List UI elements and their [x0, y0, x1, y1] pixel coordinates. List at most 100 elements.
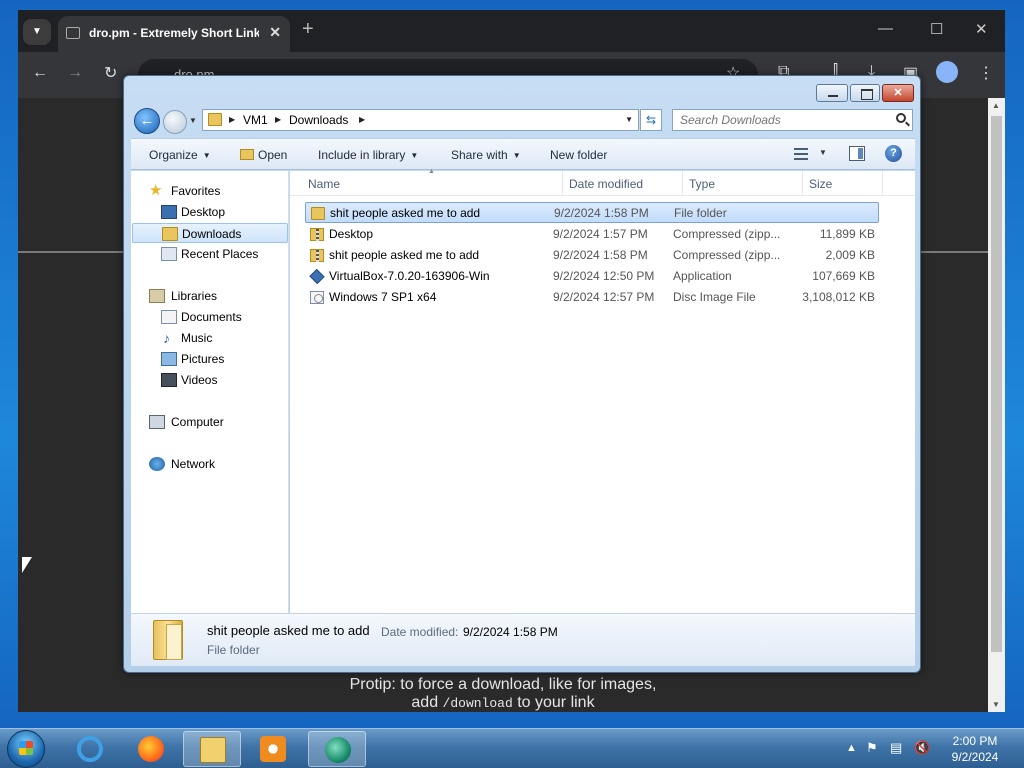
new-tab-button[interactable]: + — [302, 18, 314, 41]
volume-muted-icon[interactable]: 🔇 — [914, 740, 930, 756]
column-date-modified[interactable]: Date modified — [569, 177, 643, 191]
show-hidden-icons-icon[interactable]: ▲ — [846, 742, 857, 754]
open-button[interactable]: Open — [240, 148, 287, 162]
share-with-button[interactable]: Share with ▼ — [451, 148, 521, 162]
nav-recent-places[interactable]: Recent Places — [131, 244, 287, 264]
caption-buttons: ✕ — [816, 84, 920, 102]
help-icon[interactable]: ? — [885, 145, 902, 162]
explorer-back-button[interactable]: ← — [134, 108, 160, 134]
back-icon[interactable]: ← — [32, 64, 48, 82]
nav-pictures[interactable]: Pictures — [131, 349, 287, 369]
preview-pane-icon[interactable] — [849, 146, 865, 161]
view-dropdown-icon[interactable]: ▼ — [819, 148, 827, 157]
file-size: 107,669 KB — [812, 269, 875, 283]
explorer-address-bar[interactable]: ▶ VM1 ▶ Downloads ▶ ▼ — [202, 109, 639, 131]
file-name: VirtualBox-7.0.20-163906-Win — [329, 269, 490, 283]
taskbar-internet-explorer[interactable] — [61, 731, 119, 767]
taskbar-media-player[interactable] — [244, 731, 302, 767]
close-window-button[interactable]: ✕ — [975, 20, 988, 38]
file-type: Compressed (zipp... — [673, 248, 781, 262]
menu-kebab-icon[interactable]: ⋮ — [978, 63, 994, 83]
explorer-minimize-button[interactable] — [816, 84, 848, 102]
protip-line2: add /download to your link — [18, 694, 988, 713]
file-row[interactable]: VirtualBox-7.0.20-163906-Win 9/2/2024 12… — [305, 266, 879, 287]
scroll-thumb[interactable] — [991, 116, 1002, 652]
breadcrumb-chevron-icon[interactable]: ▶ — [359, 115, 365, 124]
nav-downloads[interactable]: Downloads — [132, 223, 288, 243]
file-row[interactable]: shit people asked me to add 9/2/2024 1:5… — [305, 245, 879, 266]
breadcrumb-chevron-icon[interactable]: ▶ — [275, 115, 281, 124]
nav-computer[interactable]: Computer — [131, 412, 287, 432]
breadcrumb-downloads[interactable]: Downloads — [289, 113, 348, 127]
music-note-icon: ♪ — [163, 330, 170, 346]
refresh-button[interactable]: ⇆ — [640, 109, 662, 131]
documents-icon — [161, 310, 177, 324]
tab-search-button[interactable]: ▼ — [23, 19, 51, 45]
system-clock[interactable]: 2:00 PM 9/2/2024 — [940, 733, 1010, 765]
page-scrollbar[interactable]: ▲ ▼ — [988, 98, 1005, 712]
column-divider[interactable] — [682, 171, 683, 196]
nav-music[interactable]: ♪ Music — [131, 328, 287, 348]
scroll-down-arrow[interactable]: ▼ — [992, 700, 1000, 709]
file-row[interactable]: Desktop 9/2/2024 1:57 PM Compressed (zip… — [305, 224, 879, 245]
file-date: 9/2/2024 1:58 PM — [553, 248, 648, 262]
organize-button[interactable]: Organize ▼ — [149, 148, 211, 162]
tab-close-icon[interactable]: ✕ — [269, 24, 281, 41]
minimize-button[interactable]: — — [878, 20, 893, 37]
nav-favorites[interactable]: ★ Favorites — [131, 181, 287, 201]
reload-icon[interactable]: ↻ — [104, 63, 117, 83]
nav-libraries[interactable]: Libraries — [131, 286, 287, 306]
change-view-icon[interactable] — [794, 148, 808, 160]
nav-desktop[interactable]: Desktop — [131, 202, 287, 222]
downloads-folder-icon — [162, 227, 178, 241]
file-row[interactable]: Windows 7 SP1 x64 9/2/2024 12:57 PM Disc… — [305, 287, 879, 308]
taskbar: ▲ ⚑ ▤ 🔇 2:00 PM 9/2/2024 — [0, 728, 1024, 768]
new-folder-button[interactable]: New folder — [550, 148, 607, 162]
search-box[interactable] — [672, 109, 913, 131]
forward-icon[interactable]: → — [67, 64, 83, 82]
explorer-forward-button[interactable] — [163, 110, 187, 134]
media-player-icon — [260, 736, 286, 762]
protip-line1: Protip: to force a download, like for im… — [349, 676, 657, 693]
column-type[interactable]: Type — [689, 177, 715, 191]
column-divider[interactable] — [882, 171, 883, 196]
navigation-pane: ★ Favorites Desktop Downloads Recent Pla… — [131, 171, 289, 613]
file-type: Disc Image File — [673, 290, 756, 304]
nav-label: Network — [171, 457, 216, 471]
virtualbox-icon — [309, 268, 325, 285]
explorer-maximize-button[interactable] — [850, 84, 880, 102]
taskbar-firefox[interactable] — [122, 731, 180, 767]
explorer-close-button[interactable]: ✕ — [882, 84, 914, 102]
nav-documents[interactable]: Documents — [131, 307, 287, 327]
taskbar-chrome[interactable] — [308, 731, 366, 767]
nav-network[interactable]: Network — [131, 454, 287, 474]
column-divider[interactable] — [562, 171, 563, 196]
details-type: File folder — [207, 643, 260, 657]
column-divider[interactable] — [802, 171, 803, 196]
breadcrumb-chevron-icon[interactable]: ▶ — [229, 115, 235, 124]
scroll-up-arrow[interactable]: ▲ — [992, 101, 1000, 110]
address-dropdown-icon[interactable]: ▼ — [625, 115, 633, 124]
start-button[interactable] — [7, 730, 45, 768]
taskbar-explorer[interactable] — [183, 731, 241, 767]
maximize-button[interactable]: ☐ — [930, 20, 943, 38]
large-folder-icon — [153, 620, 183, 660]
nav-videos[interactable]: Videos — [131, 370, 287, 390]
action-center-flag-icon[interactable]: ⚑ — [866, 740, 878, 756]
chevron-down-icon: ▼ — [202, 151, 211, 160]
details-date-label: Date modified: — [381, 625, 459, 639]
search-input[interactable] — [673, 110, 883, 130]
browser-tab[interactable]: dro.pm - Extremely Short Links ✕ — [58, 16, 290, 52]
network-tray-icon[interactable]: ▤ — [890, 740, 902, 756]
file-row[interactable]: shit people asked me to add 9/2/2024 1:5… — [305, 202, 879, 223]
recent-pages-dropdown[interactable]: ▼ — [189, 116, 197, 125]
profile-avatar-icon[interactable] — [936, 61, 958, 83]
breadcrumb-vm1[interactable]: VM1 — [243, 113, 268, 127]
pictures-icon — [161, 352, 177, 366]
column-size[interactable]: Size — [809, 177, 832, 191]
search-icon[interactable] — [896, 113, 906, 123]
sort-ascending-icon: ▲ — [428, 168, 435, 175]
include-in-library-button[interactable]: Include in library ▼ — [318, 148, 418, 162]
column-name[interactable]: Name — [308, 177, 340, 191]
file-size: 2,009 KB — [825, 248, 875, 262]
